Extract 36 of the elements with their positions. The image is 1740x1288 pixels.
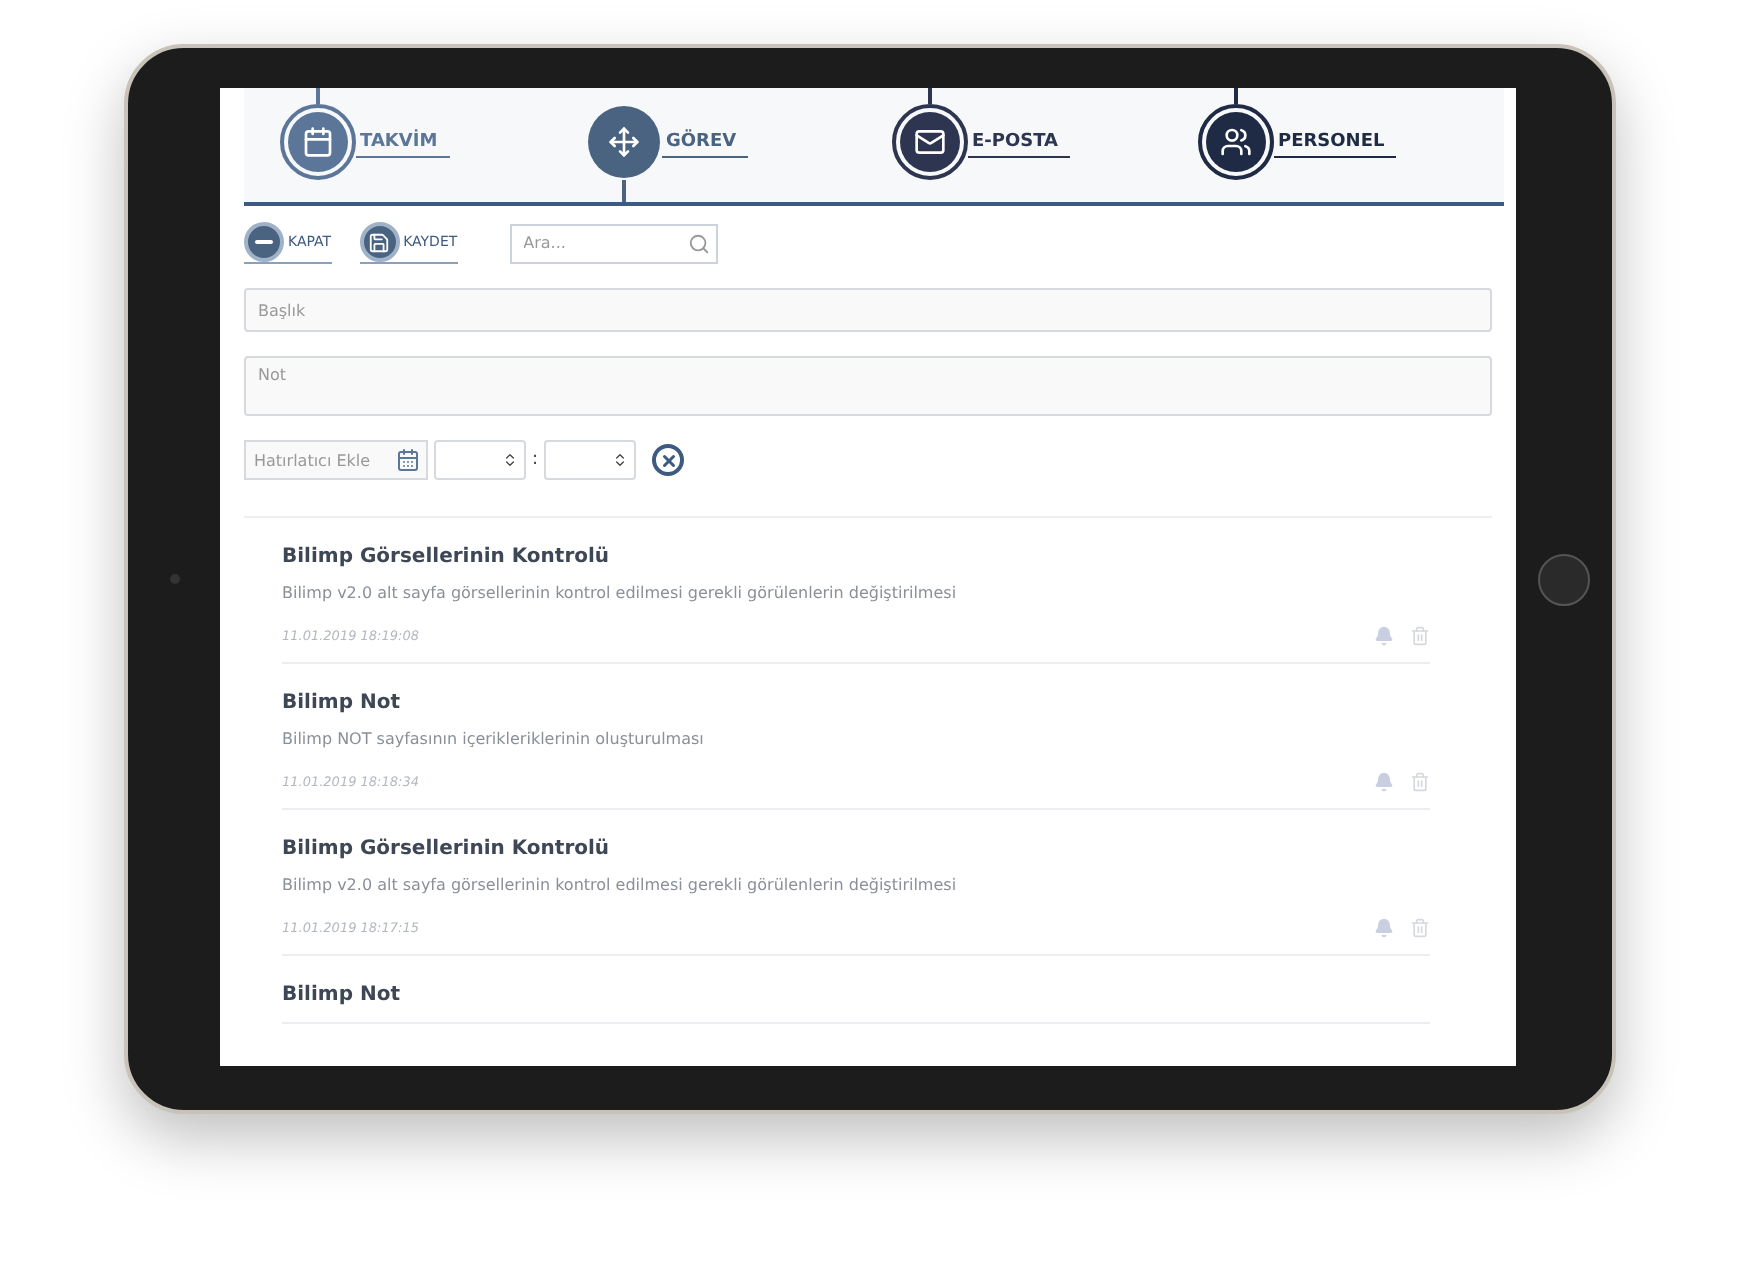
camera-dot [169, 574, 179, 584]
minute-select[interactable] [544, 440, 637, 480]
title-input[interactable]: Başlık [244, 288, 1492, 332]
trash-icon[interactable] [1410, 918, 1430, 938]
people-icon [1220, 126, 1252, 158]
search-field[interactable]: Ara... [509, 223, 718, 263]
close-icon [659, 451, 678, 469]
note-title: Bilimp Not [282, 984, 402, 1006]
trash-icon[interactable] [1410, 772, 1430, 792]
bell-icon[interactable] [1374, 918, 1394, 938]
trash-icon[interactable] [1410, 626, 1430, 646]
updown-icon [612, 452, 629, 468]
note-textarea[interactable]: Not [244, 356, 1492, 416]
time-separator: : [532, 450, 539, 470]
calendar-icon [302, 126, 334, 158]
reminder-field[interactable]: Hatırlatıcı Ekle [244, 440, 428, 480]
bell-icon[interactable] [1374, 772, 1394, 792]
hour-select[interactable] [434, 440, 526, 480]
note-title: Bilimp Görsellerinin Kontrolü [282, 838, 612, 860]
note-description: Bilimp NOT sayfasının içerikleriklerinin oluşturulması [282, 730, 706, 748]
search-icon [687, 232, 710, 254]
home-button[interactable] [1538, 553, 1590, 605]
note-description: Bilimp v2.0 alt sayfa görsellerinin kontrol edilmesi gerekli görülenlerin değiştirilmesi [282, 584, 959, 602]
calendar-icon [396, 448, 420, 472]
clear-button[interactable] [652, 444, 685, 476]
nav-tab[interactable]: GÖREV [586, 88, 892, 202]
nav-tab[interactable]: TAKVİM [280, 88, 586, 202]
note-description: Bilimp v2.0 alt sayfa görsellerinin kontrol edilmesi gerekli görülenlerin değiştirilmesi [282, 876, 959, 894]
envelope-icon [914, 126, 946, 158]
nav-tab[interactable]: PERSONEL [1198, 88, 1504, 202]
updown-icon [502, 452, 518, 468]
bell-icon[interactable] [1374, 626, 1394, 646]
four-arrows-icon [608, 126, 640, 158]
note-title: Bilimp Görsellerinin Kontrolü [282, 546, 612, 568]
nav-tab[interactable]: E-POSTA [892, 88, 1198, 202]
note-title: Bilimp Not [282, 692, 402, 714]
